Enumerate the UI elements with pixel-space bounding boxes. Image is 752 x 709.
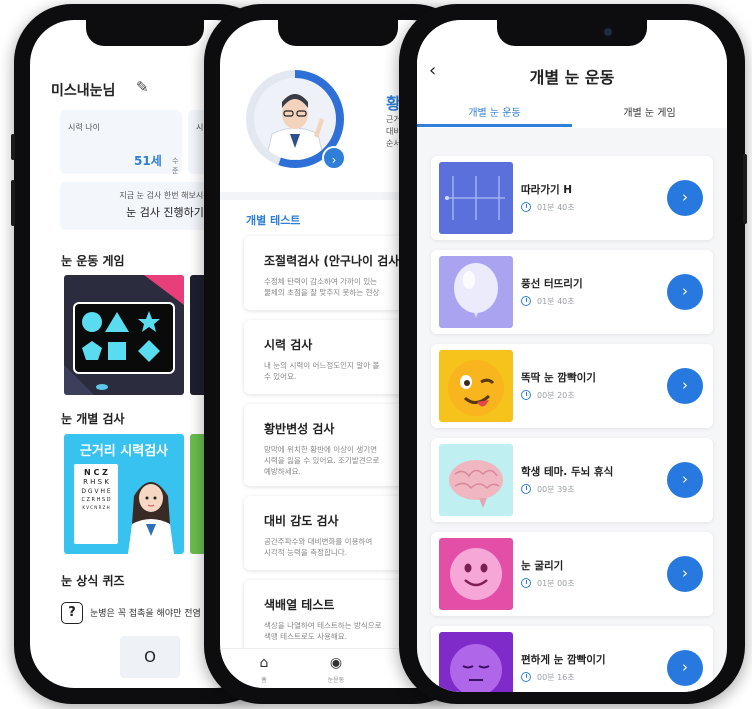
start-exercise-button[interactable]: › xyxy=(667,650,703,686)
near-vision-test-thumbnail[interactable]: 근거리 시력검사 N C Z R H S K D G V H E C Z R H… xyxy=(64,434,184,554)
side-button xyxy=(11,180,15,226)
exercise-card[interactable]: 눈 굴리기 01분 00초 › xyxy=(431,532,713,616)
clock-icon xyxy=(521,390,531,400)
camera-icon xyxy=(604,28,612,36)
test-card-desc: 예방하세요. xyxy=(264,467,301,476)
shapes-game-art xyxy=(64,275,184,395)
exercise-card[interactable]: 풍선 터뜨리기 01분 40초 › xyxy=(431,250,713,334)
section-eye-game: 눈 운동 게임 xyxy=(61,254,125,268)
start-exercise-button[interactable]: › xyxy=(667,180,703,216)
notch xyxy=(278,20,398,46)
side-button xyxy=(743,154,747,224)
test-card-desc: 색맹 테스트로도 사용해요. xyxy=(264,632,348,641)
exercise-card[interactable]: 따라가기 H 01분 40초 › xyxy=(431,156,713,240)
section-eye-quiz: 눈 상식 퀴즈 xyxy=(61,574,125,588)
chart-line: D G V H E xyxy=(81,488,111,495)
eye-age-card[interactable]: 시력 나이 51세 수준 xyxy=(60,110,182,175)
user-name: 미스내눈님 xyxy=(51,83,116,99)
notch xyxy=(497,20,647,46)
home-icon[interactable]: ⌂ xyxy=(244,655,284,671)
exercise-duration: 00분 16초 xyxy=(537,673,575,682)
smile-face-thumbnail xyxy=(439,538,513,610)
test-card-desc: 물체의 초점을 잘 맞추지 못하는 현상 xyxy=(264,288,380,297)
exercise-name: 눈 굴리기 xyxy=(521,560,564,572)
exercises-screen: ‹ 개별 눈 운동 개별 눈 운동 개별 눈 게임 따라가기 H 01분 40초… xyxy=(417,20,727,692)
clock-icon xyxy=(521,484,531,494)
clock-icon xyxy=(521,578,531,588)
eye-age-label: 시력 나이 xyxy=(68,123,100,132)
start-exercise-button[interactable]: › xyxy=(667,274,703,310)
test-card-title: 대비 감도 검사 xyxy=(264,514,339,528)
brain-thumbnail xyxy=(439,444,513,516)
test-card-desc: 시력을 잃을 수 있어요. 조기발견으로 xyxy=(264,456,380,465)
doctor-avatar xyxy=(254,78,336,160)
test-card-title: 시력 검사 xyxy=(264,338,313,352)
page-title: 개별 눈 운동 xyxy=(529,68,615,87)
exercise-name: 편하게 눈 깜빡이기 xyxy=(521,654,606,666)
test-card-desc: 시각적 능력을 측정합니다. xyxy=(264,548,348,557)
shapes-game-thumbnail[interactable] xyxy=(64,275,184,395)
notch xyxy=(86,20,204,46)
side-button xyxy=(11,134,15,160)
test-card-desc: 망막에 위치한 황반에 이상이 생기면 xyxy=(264,445,378,454)
test-card-title: 황반변성 검사 xyxy=(264,422,335,436)
tab-exercise-label: 눈운동 xyxy=(327,677,345,684)
chart-line: K V C N R Z H xyxy=(82,505,110,510)
follow-h-thumbnail xyxy=(439,162,513,234)
test-card-desc: 수정체 탄력이 감소하여 가까이 있는 xyxy=(264,277,378,286)
eye-chart: N C Z R H S K D G V H E C Z R H S D K V … xyxy=(74,464,118,544)
pencil-icon[interactable]: ✎ xyxy=(136,78,149,96)
eye-age-value: 51세 xyxy=(134,154,162,168)
chart-line: N C Z xyxy=(84,468,108,477)
exercise-name: 따라가기 H xyxy=(521,184,573,196)
test-card-desc: 수 있어요. xyxy=(264,372,297,381)
exercise-name: 학생 테마. 두뇌 휴식 xyxy=(521,466,614,478)
second-stat-label: 시 xyxy=(196,123,204,132)
tab-home-label: 홈 xyxy=(261,677,267,684)
exercise-card[interactable]: 학생 테마. 두뇌 휴식 00분 39초 › xyxy=(431,438,713,522)
start-exercise-button[interactable]: › xyxy=(667,462,703,498)
exercise-duration: 01분 00초 xyxy=(537,579,575,588)
wink-emoji-thumbnail xyxy=(439,350,513,422)
tab-individual-exercise[interactable]: 개별 눈 운동 xyxy=(417,104,572,119)
test-card-desc: 색상을 나열하여 테스트하는 방식으로 xyxy=(264,621,382,630)
exercise-duration: 01분 40초 xyxy=(537,297,575,306)
section-individual-tests: 개별 테스트 xyxy=(246,214,301,227)
quiz-question: 눈병은 꼭 접촉을 해야만 전염 xyxy=(90,609,201,619)
balloon-thumbnail xyxy=(439,256,513,328)
question-icon: ? xyxy=(61,602,83,624)
eye-age-unit: 수준 xyxy=(172,157,179,175)
exercise-card[interactable]: 똑딱 눈 깜빡이기 00분 20초 › xyxy=(431,344,713,428)
active-tab-indicator xyxy=(417,124,572,127)
exercise-duration: 00분 39초 xyxy=(537,485,575,494)
chart-line: R H S K xyxy=(83,478,109,486)
near-vision-title: 근거리 시력검사 xyxy=(79,444,169,459)
section-eye-test: 눈 개별 검사 xyxy=(61,412,125,426)
exercise-duration: 00분 20초 xyxy=(537,391,575,400)
answer-o-button[interactable]: O xyxy=(120,636,180,678)
test-card-title: 색배열 테스트 xyxy=(264,598,335,612)
avatar-next-button[interactable]: › xyxy=(322,146,346,170)
test-card-desc: 내 눈의 시력이 어느정도인지 알아 볼 xyxy=(264,361,380,370)
test-card-title: 조절력검사 (안구나이 검사) xyxy=(264,254,405,268)
eye-icon[interactable]: ◉ xyxy=(316,655,356,671)
clock-icon xyxy=(521,202,531,212)
app-showcase: 미스내눈님 ✎ 시력 나이 51세 수준 시 지금 눈 검사 한번 해보시는 눈… xyxy=(0,0,752,709)
chart-line: C Z R H S D xyxy=(81,497,111,503)
clock-icon xyxy=(521,296,531,306)
tab-individual-game[interactable]: 개별 눈 게임 xyxy=(572,104,727,119)
clock-icon xyxy=(521,672,531,682)
calm-face-thumbnail xyxy=(439,632,513,692)
phone-exercises: ‹ 개별 눈 운동 개별 눈 운동 개별 눈 게임 따라가기 H 01분 40초… xyxy=(399,4,747,704)
doctor-illustration xyxy=(128,482,174,554)
exercise-card[interactable]: 편하게 눈 깜빡이기 00분 16초 › xyxy=(431,626,713,692)
exercise-name: 똑딱 눈 깜빡이기 xyxy=(521,372,596,384)
start-exercise-button[interactable]: › xyxy=(667,556,703,592)
start-exercise-button[interactable]: › xyxy=(667,368,703,404)
test-card-desc: 공간주파수와 대비변화를 이용하여 xyxy=(264,537,373,546)
exercise-name: 풍선 터뜨리기 xyxy=(521,278,583,290)
exercise-duration: 01분 40초 xyxy=(537,203,575,212)
